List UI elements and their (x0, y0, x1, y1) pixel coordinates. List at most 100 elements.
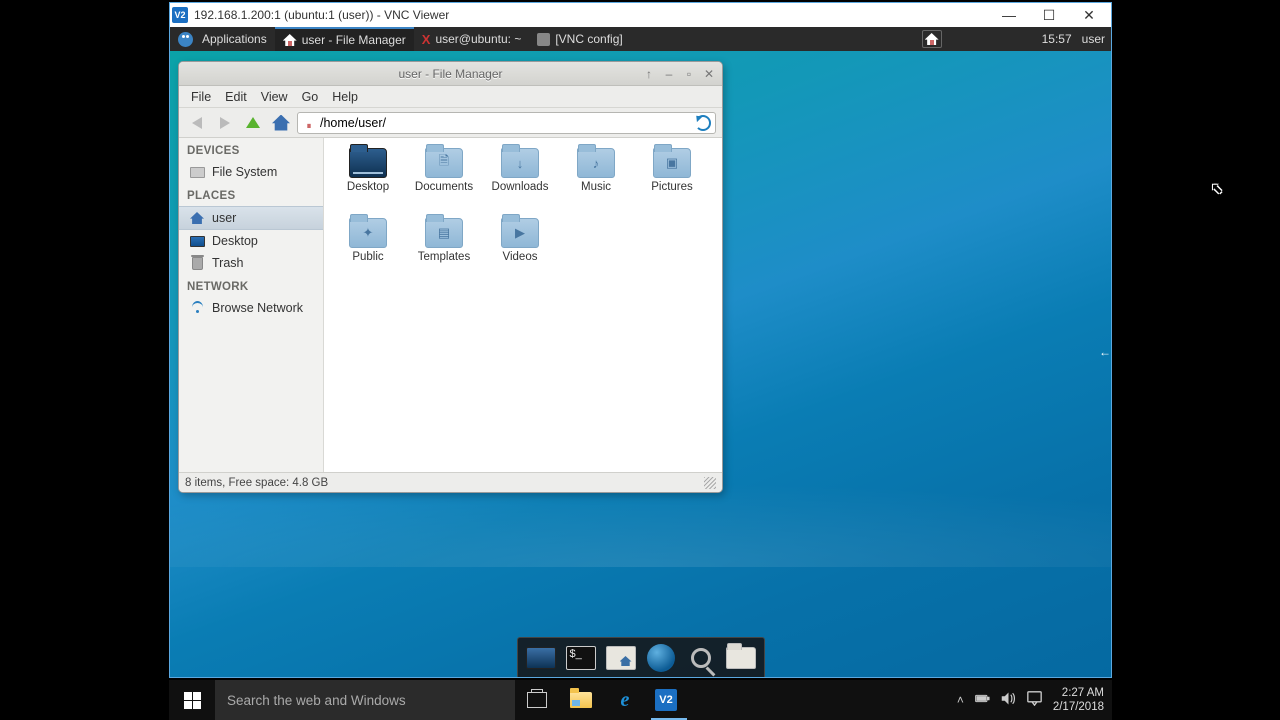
menu-help[interactable]: Help (326, 88, 364, 106)
remote-desktop[interactable]: Applications user - File Manager X user@… (170, 27, 1111, 677)
reload-icon[interactable] (695, 115, 711, 131)
taskbar-search[interactable]: Search the web and Windows (215, 680, 515, 720)
home-icon (283, 34, 297, 46)
xfce-logo-icon (178, 32, 193, 47)
maximize-button[interactable]: ☐ (1029, 4, 1069, 26)
folder-music[interactable]: ♪Music (558, 148, 634, 218)
folder-icon (726, 647, 756, 669)
tray-volume-icon[interactable] (1001, 691, 1016, 709)
folder-videos[interactable]: ▶Videos (482, 218, 558, 288)
dock-web-browser[interactable] (644, 642, 678, 674)
terminal-icon: X (422, 32, 431, 47)
panel-user[interactable]: user (1082, 32, 1105, 46)
path-bar[interactable]: /home/user/ (297, 112, 716, 134)
folder-icon: ✦ (349, 218, 387, 248)
search-icon (691, 648, 711, 668)
folder-templates[interactable]: ▤ Templates (406, 218, 482, 288)
folder-downloads[interactable]: ↓ Downloads (482, 148, 558, 218)
file-manager-window: user - File Manager ↑ – ▫ ✕ File Edit Vi… (178, 61, 723, 493)
search-placeholder: Search the web and Windows (227, 693, 406, 708)
minimize-button[interactable]: — (989, 4, 1029, 26)
arrow-up-icon (246, 117, 260, 128)
sidebar-item-browse-network[interactable]: Browse Network (179, 297, 323, 319)
folder-public[interactable]: ✦Public (330, 218, 406, 288)
dock-show-desktop[interactable] (524, 642, 558, 674)
terminal-icon: $_ (566, 646, 596, 670)
fm-statusbar: 8 items, Free space: 4.8 GB (179, 472, 722, 492)
fm-menu-up-button[interactable]: ↑ (640, 66, 658, 82)
vnc-app-icon: V2 (172, 7, 188, 23)
system-tray: ˄ 2:27 AM 2/17/2018 (957, 686, 1112, 714)
trash-icon (192, 257, 203, 270)
fm-content-area[interactable]: Desktop 🗎Documents ↓ Downloads ♪Music ▣Pi… (324, 138, 722, 472)
cursor-icon: ⬉ (1211, 180, 1223, 197)
taskbar-label: [VNC config] (555, 32, 622, 46)
folder-icon: ♪ (577, 148, 615, 178)
fm-titlebar[interactable]: user - File Manager ↑ – ▫ ✕ (179, 62, 722, 86)
sidebar-item-desktop[interactable]: Desktop (179, 230, 323, 252)
taskbar-item-vnc-config[interactable]: [VNC config] (529, 27, 630, 51)
menu-go[interactable]: Go (296, 88, 325, 106)
folder-pictures[interactable]: ▣Pictures (634, 148, 710, 218)
dock-search[interactable] (684, 642, 718, 674)
taskbar-item-file-manager[interactable]: user - File Manager (275, 27, 414, 51)
xfce-top-panel: Applications user - File Manager X user@… (170, 27, 1111, 51)
close-button[interactable]: ✕ (1069, 4, 1109, 26)
sidebar-item-filesystem[interactable]: File System (179, 161, 323, 183)
panel-tray-home[interactable] (922, 30, 942, 48)
folder-documents[interactable]: 🗎Documents (406, 148, 482, 218)
sidebar-item-user[interactable]: user (179, 206, 323, 230)
folder-label: Templates (418, 251, 470, 263)
fm-minimize-button[interactable]: – (660, 66, 678, 82)
arrow-left-icon (192, 117, 202, 129)
arrow-right-icon (220, 117, 230, 129)
applications-menu[interactable]: Applications (170, 27, 275, 51)
fm-menubar: File Edit View Go Help (179, 86, 722, 108)
path-text: /home/user/ (320, 116, 386, 130)
fm-sidebar: DEVICES File System PLACES user Desktop (179, 138, 324, 472)
menu-file[interactable]: File (185, 88, 217, 106)
folder-label: Documents (415, 181, 473, 193)
dock-folder[interactable] (724, 642, 758, 674)
folder-label: Downloads (492, 181, 549, 193)
tray-clock[interactable]: 2:27 AM 2/17/2018 (1053, 686, 1104, 714)
sidebar-item-label: Desktop (212, 234, 258, 248)
taskbar-item-terminal[interactable]: X user@ubuntu: ~ (414, 27, 530, 51)
nav-home-button[interactable] (269, 112, 293, 134)
tray-battery-icon[interactable] (975, 691, 990, 709)
menu-view[interactable]: View (255, 88, 294, 106)
vnc-titlebar[interactable]: V2 192.168.1.200:1 (ubuntu:1 (user)) - V… (170, 3, 1111, 27)
folder-icon: ↓ (501, 148, 539, 178)
fm-toolbar: /home/user/ (179, 108, 722, 138)
dock-file-manager[interactable] (604, 642, 638, 674)
tray-notifications-icon[interactable] (1027, 691, 1042, 709)
tray-overflow-button[interactable]: ˄ (957, 693, 964, 707)
menu-edit[interactable]: Edit (219, 88, 253, 106)
folder-label: Videos (503, 251, 538, 263)
fm-maximize-button[interactable]: ▫ (680, 66, 698, 82)
taskbar-vnc-viewer[interactable]: V2 (647, 680, 691, 720)
folder-desktop[interactable]: Desktop (330, 148, 406, 218)
file-explorer-icon (570, 692, 592, 708)
fm-close-button[interactable]: ✕ (700, 66, 718, 82)
windows-taskbar: Search the web and Windows e V2 ˄ 2:27 A… (169, 680, 1112, 720)
nav-up-button[interactable] (241, 112, 265, 134)
home-icon (925, 33, 939, 45)
task-view-button[interactable] (515, 680, 559, 720)
resize-grip[interactable] (704, 477, 716, 489)
globe-icon (647, 644, 675, 672)
edge-icon: e (621, 689, 630, 712)
sidebar-item-trash[interactable]: Trash (179, 252, 323, 274)
nav-back-button[interactable] (185, 112, 209, 134)
sidebar-item-label: Trash (212, 256, 244, 270)
nav-forward-button[interactable] (213, 112, 237, 134)
sidebar-item-label: File System (212, 165, 277, 179)
dock-terminal[interactable]: $_ (564, 642, 598, 674)
templates-icon: ▤ (426, 219, 462, 247)
taskbar-file-explorer[interactable] (559, 680, 603, 720)
panel-handle-icon[interactable]: ← (1099, 345, 1111, 359)
folder-icon (349, 148, 387, 178)
start-button[interactable] (169, 680, 215, 720)
taskbar-edge[interactable]: e (603, 680, 647, 720)
vnc-window-title: 192.168.1.200:1 (ubuntu:1 (user)) - VNC … (194, 8, 989, 22)
